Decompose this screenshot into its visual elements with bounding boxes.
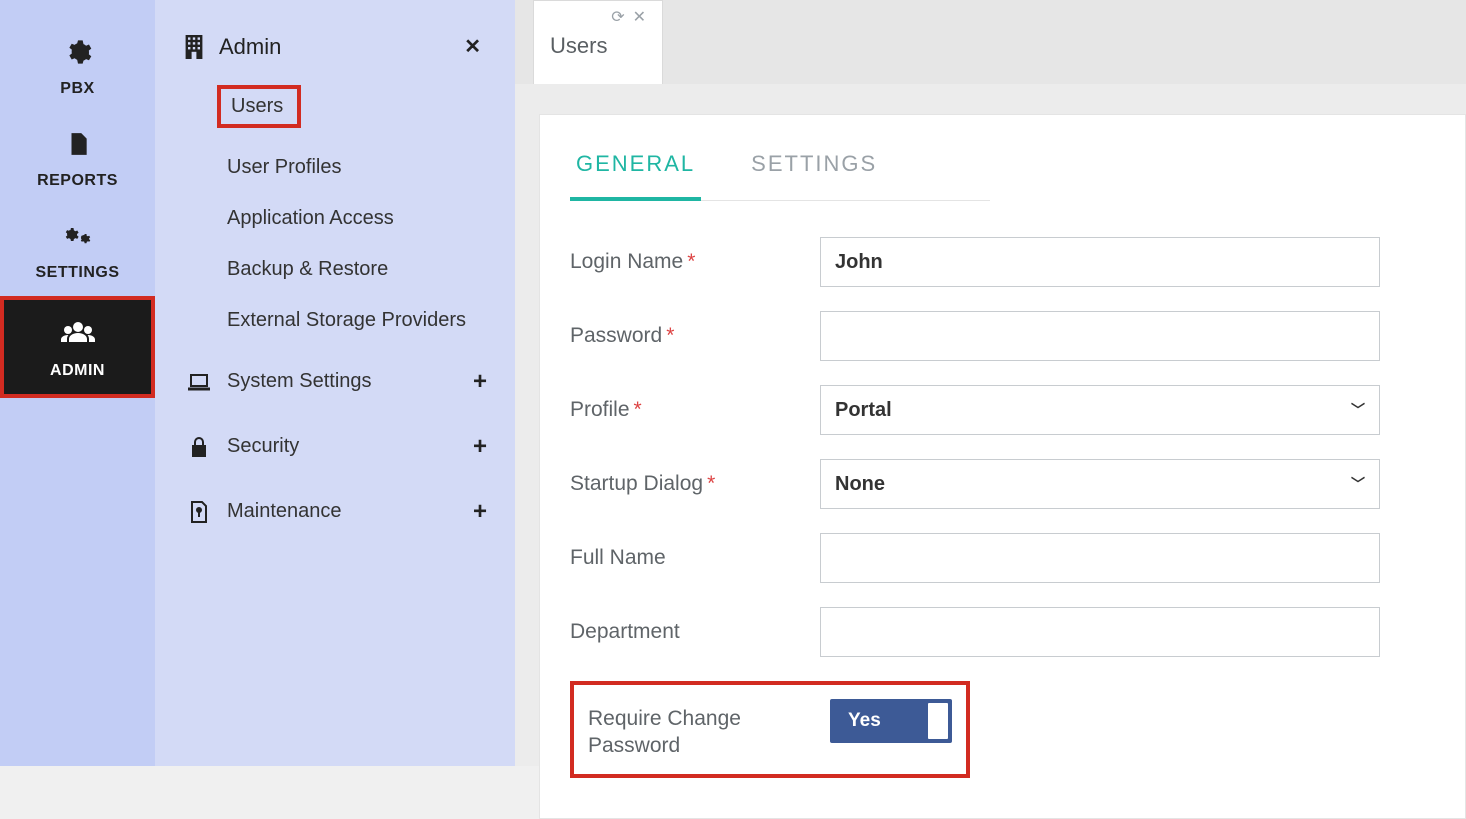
subpanel-header: Admin ✕ <box>177 30 497 85</box>
sidebar-item-users[interactable]: Users <box>177 85 497 134</box>
refresh-icon[interactable]: ⟳ <box>611 7 624 27</box>
row-department: Department <box>570 607 1435 657</box>
expand-icon[interactable]: + <box>473 368 487 396</box>
gears-icon <box>62 222 94 256</box>
label-department: Department <box>570 618 820 645</box>
expand-icon[interactable]: + <box>473 498 487 526</box>
sidebar-item-application-access[interactable]: Application Access <box>177 193 497 244</box>
rail-label: SETTINGS <box>35 264 119 282</box>
row-profile: Profile* Portal ﹀ <box>570 385 1435 435</box>
input-login-name[interactable] <box>820 237 1380 287</box>
inner-tabs: GENERAL SETTINGS <box>570 137 990 201</box>
tab-general[interactable]: GENERAL <box>570 137 701 201</box>
row-full-name: Full Name <box>570 533 1435 583</box>
document-icon <box>65 130 91 164</box>
rail-label: PBX <box>60 80 94 98</box>
select-startup-dialog[interactable]: None ﹀ <box>820 459 1380 509</box>
sidebar-item-label: User Profiles <box>227 156 341 178</box>
chevron-down-icon: ﹀ <box>1351 400 1365 420</box>
input-full-name[interactable] <box>820 533 1380 583</box>
lock-icon <box>187 436 211 458</box>
sidebar-item-backup-restore[interactable]: Backup & Restore <box>177 244 497 295</box>
sidebar-item-label: System Settings <box>227 370 372 392</box>
sidebar-item-external-storage[interactable]: External Storage Providers <box>177 295 497 346</box>
users-icon <box>60 318 96 354</box>
label-require-change-password: Require Change Password <box>588 699 830 760</box>
document-tab-users[interactable]: ⟳ ✕ Users <box>533 0 663 84</box>
toggle-require-change-password[interactable]: Yes <box>830 699 952 743</box>
label-login-name: Login Name* <box>570 248 820 275</box>
user-form-card: GENERAL SETTINGS Login Name* Password* P… <box>539 114 1466 819</box>
rail-item-settings[interactable]: SETTINGS <box>0 204 155 296</box>
gear-icon <box>64 38 92 72</box>
label-startup-dialog: Startup Dialog* <box>570 470 820 497</box>
sidebar-item-label: Backup & Restore <box>227 258 388 280</box>
rail-label: ADMIN <box>50 362 105 380</box>
building-icon <box>181 35 207 59</box>
select-startup-dialog-value: None <box>835 473 885 496</box>
sidebar-item-label: Application Access <box>227 207 394 229</box>
label-profile: Profile* <box>570 396 820 423</box>
input-password[interactable] <box>820 311 1380 361</box>
rail-item-admin[interactable]: ADMIN <box>0 296 155 398</box>
sidebar-item-security[interactable]: Security + <box>177 421 497 472</box>
toggle-knob <box>928 703 948 739</box>
select-profile[interactable]: Portal ﹀ <box>820 385 1380 435</box>
close-icon[interactable]: ✕ <box>633 7 646 27</box>
row-password: Password* <box>570 311 1435 361</box>
sidebar-item-system-settings[interactable]: System Settings + <box>177 356 497 407</box>
chevron-down-icon: ﹀ <box>1351 474 1365 494</box>
sidebar-item-label: External Storage Providers <box>227 309 466 331</box>
expand-icon[interactable]: + <box>473 433 487 461</box>
tab-settings[interactable]: SETTINGS <box>745 137 883 200</box>
sidebar-item-label: Maintenance <box>227 500 342 522</box>
input-department[interactable] <box>820 607 1380 657</box>
close-icon[interactable]: ✕ <box>456 30 489 63</box>
rail-item-reports[interactable]: REPORTS <box>0 112 155 204</box>
row-login-name: Login Name* <box>570 237 1435 287</box>
toggle-value: Yes <box>848 710 881 732</box>
label-password: Password* <box>570 322 820 349</box>
subpanel-title: Admin <box>219 34 281 60</box>
subpanel-menu: Users User Profiles Application Access B… <box>177 85 497 537</box>
sidebar-item-user-profiles[interactable]: User Profiles <box>177 142 497 193</box>
row-require-change-password: Require Change Password Yes <box>570 681 970 778</box>
sidebar-item-label: Users <box>217 85 301 128</box>
document-tab-title: Users <box>550 33 646 59</box>
main-content: ⟳ ✕ Users GENERAL SETTINGS Login Name* P… <box>515 0 1466 766</box>
sidebar-item-maintenance[interactable]: Maintenance + <box>177 486 497 537</box>
label-full-name: Full Name <box>570 544 820 571</box>
sidebar-item-label: Security <box>227 435 299 457</box>
rail-item-pbx[interactable]: PBX <box>0 20 155 112</box>
rail-label: REPORTS <box>37 172 118 190</box>
document-tabbar: ⟳ ✕ Users <box>515 0 1466 84</box>
select-profile-value: Portal <box>835 399 892 422</box>
main-nav-rail: PBX REPORTS SETTINGS ADMIN <box>0 0 155 766</box>
admin-subpanel: Admin ✕ Users User Profiles Application … <box>155 0 515 766</box>
file-icon <box>187 501 211 523</box>
laptop-icon <box>187 373 211 391</box>
row-startup-dialog: Startup Dialog* None ﹀ <box>570 459 1435 509</box>
